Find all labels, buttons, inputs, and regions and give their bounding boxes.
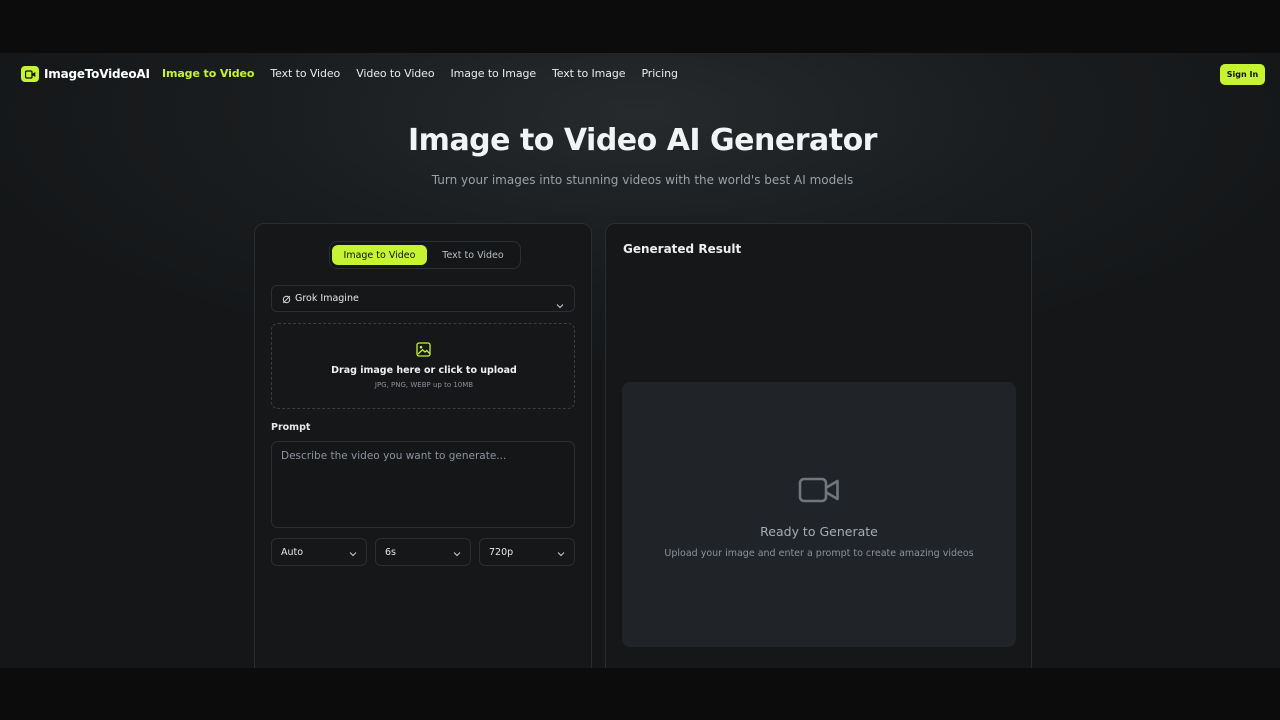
prompt-label: Prompt xyxy=(271,422,311,433)
ready-title: Ready to Generate xyxy=(760,524,878,539)
nav-pricing[interactable]: Pricing xyxy=(641,67,677,80)
main-nav: Image to Video Text to Video Video to Vi… xyxy=(162,67,694,80)
result-panel: Generated Result Ready to Generate Uploa… xyxy=(605,223,1032,668)
video-camera-icon xyxy=(798,475,840,509)
brand-name: ImageToVideoAI xyxy=(44,67,150,81)
nav-video-to-video[interactable]: Video to Video xyxy=(356,67,434,80)
resolution-value: 720p xyxy=(489,546,514,558)
prompt-input[interactable] xyxy=(271,441,575,528)
model-select[interactable]: Grok Imagine xyxy=(271,285,575,312)
aspect-ratio-value: Auto xyxy=(281,546,304,558)
ready-subtitle: Upload your image and enter a prompt to … xyxy=(664,548,974,559)
nav-image-to-video[interactable]: Image to Video xyxy=(162,67,254,80)
brand-logo[interactable]: ImageToVideoAI xyxy=(21,66,150,82)
image-icon xyxy=(416,342,431,361)
aspect-ratio-select[interactable]: Auto xyxy=(271,538,367,566)
generator-panel: Image to Video Text to Video Grok Imagin… xyxy=(254,223,592,668)
nav-image-to-image[interactable]: Image to Image xyxy=(450,67,536,80)
tab-text-to-video[interactable]: Text to Video xyxy=(430,245,516,265)
chevron-down-icon xyxy=(349,549,357,560)
letterbox-top xyxy=(0,0,1280,53)
video-camera-icon xyxy=(21,66,39,82)
model-select-label: Grok Imagine xyxy=(295,293,359,304)
chevron-down-icon xyxy=(556,294,564,313)
result-preview: Ready to Generate Upload your image and … xyxy=(622,382,1016,647)
upload-hint: JPG, PNG, WEBP up to 10MB xyxy=(374,381,474,389)
chevron-down-icon xyxy=(453,549,461,560)
page-subtitle: Turn your images into stunning videos wi… xyxy=(431,173,854,187)
tab-image-to-video[interactable]: Image to Video xyxy=(332,245,427,265)
duration-select[interactable]: 6s xyxy=(375,538,471,566)
page-viewport: ImageToVideoAI Image to Video Text to Vi… xyxy=(0,53,1280,668)
navbar: ImageToVideoAI Image to Video Text to Vi… xyxy=(0,53,1280,95)
image-upload-dropzone[interactable]: Drag image here or click to upload JPG, … xyxy=(271,323,575,409)
nav-text-to-video[interactable]: Text to Video xyxy=(270,67,340,80)
mode-tabs: Image to Video Text to Video xyxy=(329,241,521,269)
grok-icon xyxy=(282,289,291,308)
page-title: Image to Video AI Generator xyxy=(408,123,877,158)
upload-title: Drag image here or click to upload xyxy=(331,365,517,376)
duration-value: 6s xyxy=(385,546,396,558)
sign-in-button[interactable]: Sign In xyxy=(1220,64,1265,85)
result-title: Generated Result xyxy=(623,242,742,256)
nav-text-to-image[interactable]: Text to Image xyxy=(552,67,626,80)
chevron-down-icon xyxy=(557,549,565,560)
resolution-select[interactable]: 720p xyxy=(479,538,575,566)
letterbox-bottom xyxy=(0,668,1280,720)
